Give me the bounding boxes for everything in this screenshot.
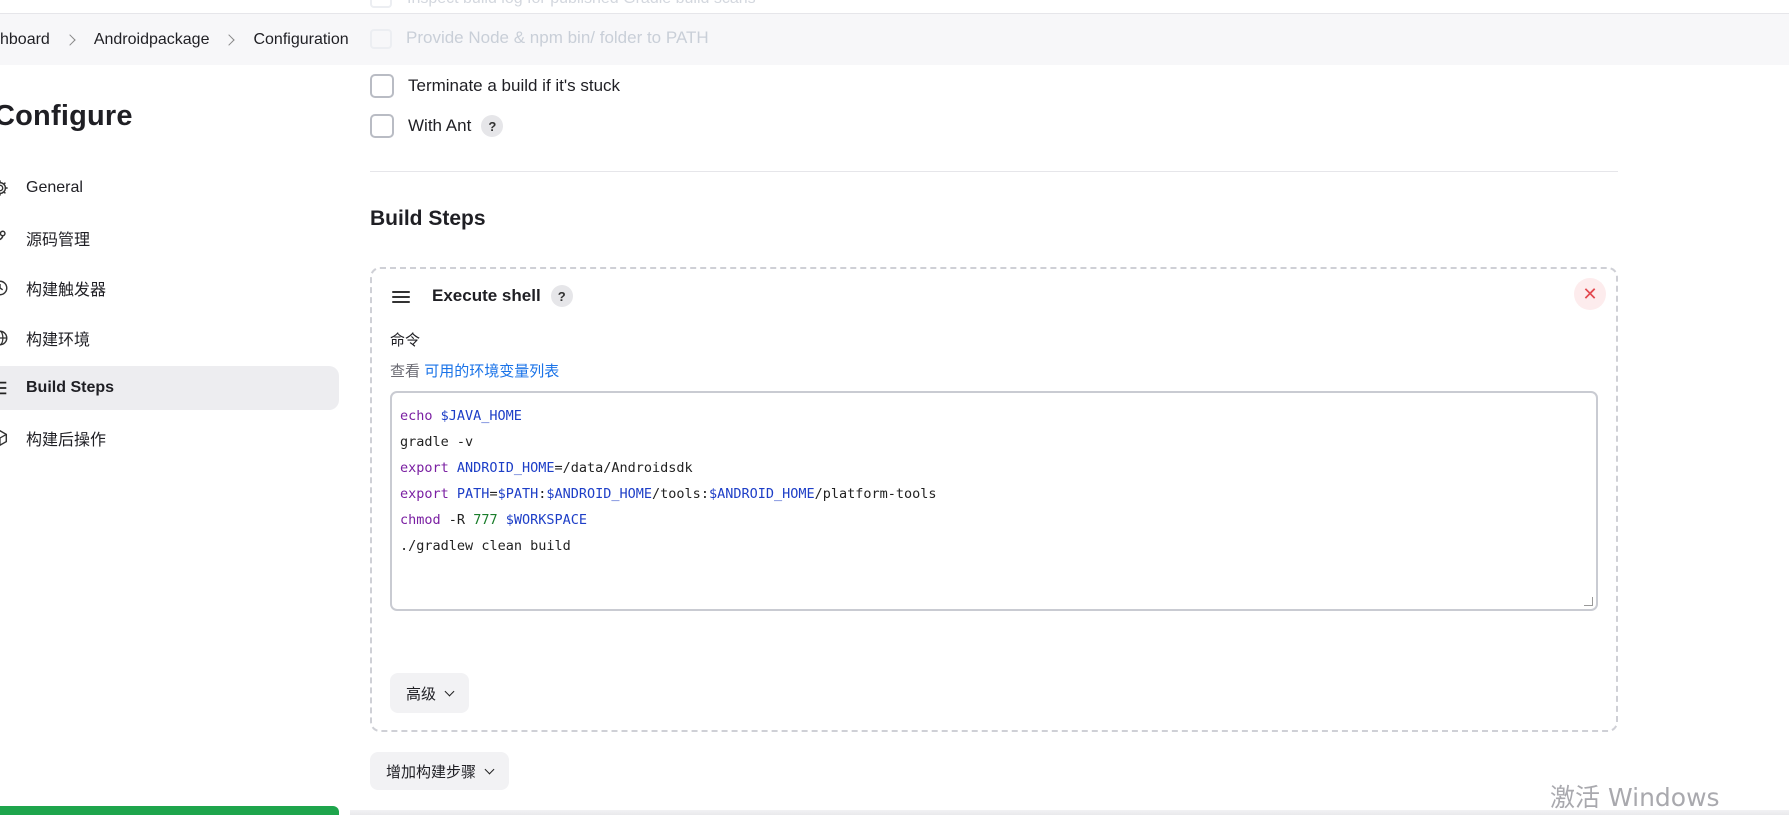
- build-step-card: Execute shell ? ✕ 命令 查看 可用的环境变量列表 echo $…: [370, 267, 1618, 732]
- section-divider: [370, 171, 1618, 172]
- ghost-option-top: Inspect build log for published Gradle b…: [407, 0, 756, 8]
- sidebar: General 源码管理 构建触发器 构建环境 Build Steps 构建后操…: [0, 166, 339, 466]
- branch-icon: [0, 230, 6, 241]
- list-icon: [0, 381, 7, 395]
- advanced-button[interactable]: 高级: [390, 673, 470, 713]
- resize-handle-icon[interactable]: [1584, 597, 1593, 606]
- add-build-step-label: 增加构建步骤: [386, 763, 477, 781]
- option-terminate-stuck: Terminate a build if it's stuck: [370, 74, 620, 98]
- sidebar-item-label: General: [26, 179, 83, 196]
- chevron-down-icon: [444, 686, 455, 696]
- sidebar-item-triggers[interactable]: 构建触发器: [0, 266, 339, 310]
- sidebar-item-environment[interactable]: 构建环境: [0, 316, 339, 360]
- delete-step-button[interactable]: ✕: [1574, 278, 1606, 310]
- command-textarea[interactable]: echo $JAVA_HOME gradle -v export ANDROID…: [390, 391, 1598, 611]
- sidebar-item-label: 构建后操作: [26, 432, 107, 449]
- drag-handle-icon[interactable]: [392, 291, 410, 305]
- cube-icon: [0, 429, 8, 447]
- terminate-stuck-checkbox[interactable]: [370, 74, 394, 98]
- env-vars-prefix: 查看: [390, 363, 421, 380]
- help-icon[interactable]: ?: [481, 115, 504, 137]
- sidebar-item-label: 构建环境: [26, 332, 91, 349]
- gear-icon: [0, 180, 8, 196]
- page-title: Configure: [0, 100, 133, 132]
- breadcrumb-dashboard[interactable]: shboard: [0, 31, 50, 49]
- env-vars-row: 查看 可用的环境变量列表: [390, 360, 559, 381]
- sidebar-item-scm[interactable]: 源码管理: [0, 216, 339, 260]
- globe-icon: [0, 330, 8, 346]
- save-bar[interactable]: [0, 806, 339, 815]
- code-line: chmod -R 777 $WORKSPACE: [400, 512, 587, 528]
- ghost-checkbox-top: [370, 0, 392, 8]
- clock-icon: [0, 280, 8, 296]
- ghost-option-node: Provide Node & npm bin/ folder to PATH: [370, 28, 709, 49]
- top-border: [0, 0, 1789, 14]
- code-line: echo $JAVA_HOME: [400, 408, 522, 424]
- add-build-step-button[interactable]: 增加构建步骤: [370, 752, 510, 790]
- code-line: gradle -v: [400, 434, 474, 450]
- section-title-build-steps: Build Steps: [370, 207, 486, 230]
- step-title: Execute shell ?: [432, 285, 573, 307]
- step-title-text: Execute shell: [432, 286, 541, 305]
- command-label: 命令: [390, 332, 421, 349]
- code-line: export ANDROID_HOME=/data/Androidsdk: [400, 460, 693, 476]
- sidebar-item-post-build[interactable]: 构建后操作: [0, 416, 339, 460]
- code-line: export PATH=$PATH:$ANDROID_HOME/tools:$A…: [400, 486, 937, 502]
- with-ant-checkbox[interactable]: [370, 114, 394, 138]
- breadcrumb: shboard Androidpackage Configuration Pro…: [0, 14, 1789, 65]
- chevron-right-icon: [64, 33, 76, 46]
- option-with-ant: With Ant ?: [370, 114, 504, 138]
- sidebar-item-label: 源码管理: [26, 232, 91, 249]
- windows-activation-watermark: 激活 Windows: [1550, 783, 1720, 812]
- advanced-label: 高级: [406, 685, 437, 703]
- chevron-right-icon: [223, 33, 236, 46]
- sidebar-item-label: 构建触发器: [26, 282, 107, 299]
- sidebar-item-general[interactable]: General: [0, 166, 339, 210]
- sidebar-item-label: Build Steps: [26, 379, 115, 396]
- help-icon[interactable]: ?: [550, 285, 573, 307]
- with-ant-label: With Ant: [408, 116, 472, 135]
- breadcrumb-configuration[interactable]: Configuration: [253, 31, 348, 49]
- breadcrumb-project[interactable]: Androidpackage: [94, 31, 210, 49]
- chevron-down-icon: [484, 764, 495, 774]
- sidebar-item-build-steps[interactable]: Build Steps: [0, 366, 339, 410]
- env-vars-link[interactable]: 可用的环境变量列表: [424, 363, 559, 380]
- terminate-stuck-label: Terminate a build if it's stuck: [408, 76, 621, 95]
- code-line: ./gradlew clean build: [400, 538, 571, 554]
